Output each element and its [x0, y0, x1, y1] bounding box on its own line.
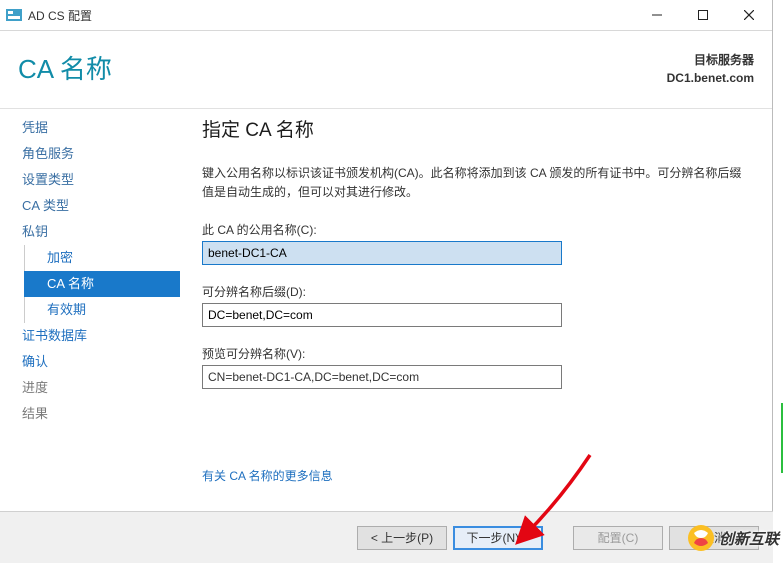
dn-suffix-field: 可分辨名称后缀(D):: [202, 283, 746, 327]
preview-dn-label: 预览可分辨名称(V):: [202, 345, 746, 362]
configure-button: 配置(C): [573, 526, 663, 550]
close-button[interactable]: [726, 0, 772, 31]
main-heading: 指定 CA 名称: [202, 115, 746, 142]
target-server-block: 目标服务器 DC1.benet.com: [667, 49, 754, 87]
sidebar-item-ca-type[interactable]: CA 类型: [20, 193, 180, 219]
titlebar: AD CS 配置: [0, 0, 772, 31]
minimize-button[interactable]: [634, 0, 680, 31]
preview-dn-input: [202, 365, 562, 389]
sidebar-item-confirmation[interactable]: 确认: [20, 349, 180, 375]
main-panel: 指定 CA 名称 键入公用名称以标识该证书颁发机构(CA)。此名称将添加到该 C…: [180, 109, 772, 511]
page-title: CA 名称: [18, 49, 667, 86]
wizard-body: 凭据 角色服务 设置类型 CA 类型 私钥 加密 CA 名称 有效期 证书数据库…: [0, 109, 772, 511]
sidebar-item-progress: 进度: [20, 375, 180, 401]
next-button[interactable]: 下一步(N) >: [453, 526, 543, 550]
target-server-label: 目标服务器: [667, 51, 754, 69]
wizard-window: AD CS 配置 CA 名称 目标服务器 DC1.benet.com 凭据 角色…: [0, 0, 773, 563]
sidebar-item-role-services[interactable]: 角色服务: [20, 141, 180, 167]
common-name-field: 此 CA 的公用名称(C):: [202, 221, 746, 265]
sidebar-item-results: 结果: [20, 401, 180, 427]
more-info-link[interactable]: 有关 CA 名称的更多信息: [202, 467, 333, 484]
description-text: 键入公用名称以标识该证书颁发机构(CA)。此名称将添加到该 CA 颁发的所有证书…: [202, 164, 746, 201]
common-name-label: 此 CA 的公用名称(C):: [202, 221, 746, 238]
cancel-button[interactable]: 取消: [669, 526, 759, 550]
app-icon: [6, 8, 22, 22]
sidebar: 凭据 角色服务 设置类型 CA 类型 私钥 加密 CA 名称 有效期 证书数据库…: [0, 109, 180, 511]
wizard-footer: < 上一步(P) 下一步(N) > 配置(C) 取消: [0, 511, 773, 563]
dn-suffix-input[interactable]: [202, 303, 562, 327]
sidebar-item-validity[interactable]: 有效期: [24, 297, 180, 323]
preview-dn-field: 预览可分辨名称(V):: [202, 345, 746, 389]
wizard-header: CA 名称 目标服务器 DC1.benet.com: [0, 31, 772, 109]
dn-suffix-label: 可分辨名称后缀(D):: [202, 283, 746, 300]
sidebar-item-setup-type[interactable]: 设置类型: [20, 167, 180, 193]
maximize-button[interactable]: [680, 0, 726, 31]
sidebar-item-cert-database[interactable]: 证书数据库: [20, 323, 180, 349]
sidebar-item-private-key[interactable]: 私钥: [20, 219, 180, 245]
sidebar-item-ca-name[interactable]: CA 名称: [24, 271, 180, 297]
sidebar-item-cryptography[interactable]: 加密: [24, 245, 180, 271]
window-title: AD CS 配置: [28, 7, 634, 24]
common-name-input[interactable]: [202, 241, 562, 265]
sidebar-item-credentials[interactable]: 凭据: [20, 115, 180, 141]
previous-button[interactable]: < 上一步(P): [357, 526, 447, 550]
window-controls: [634, 0, 772, 31]
target-server-value: DC1.benet.com: [667, 69, 754, 87]
